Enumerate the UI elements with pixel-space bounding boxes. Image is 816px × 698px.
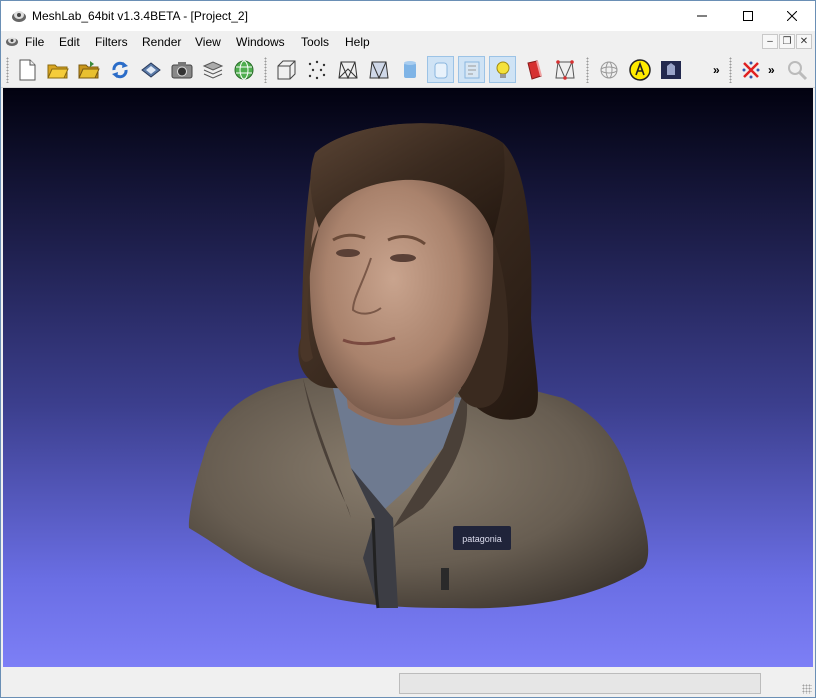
meshlab-logo-icon — [11, 8, 27, 24]
import-mesh-button[interactable] — [75, 56, 102, 83]
progress-bar — [399, 673, 761, 694]
menu-help[interactable]: Help — [345, 35, 370, 49]
close-icon — [787, 11, 797, 21]
texture-button[interactable] — [458, 56, 485, 83]
points-icon — [308, 60, 325, 79]
menu-view[interactable]: View — [195, 35, 221, 49]
light-icon — [496, 61, 509, 78]
hidden-lines-icon — [368, 61, 389, 79]
save-button[interactable] — [137, 56, 164, 83]
open-project-button[interactable] — [44, 56, 71, 83]
new-project-icon — [19, 59, 35, 80]
trackball-icon — [600, 61, 617, 78]
save-icon — [140, 61, 161, 78]
menu-bar: File Edit Filters Render View Windows To… — [1, 31, 815, 53]
smooth-shading-icon — [434, 62, 447, 78]
reload-icon — [111, 61, 128, 78]
toolbar-more-button-2[interactable]: » — [768, 63, 775, 77]
delete-mesh-icon — [742, 61, 759, 78]
minimize-icon — [697, 15, 707, 17]
main-toolbar: » » — [1, 53, 815, 88]
resize-grip[interactable] — [802, 684, 812, 694]
annotation-button[interactable] — [626, 56, 653, 83]
close-button[interactable] — [769, 1, 815, 31]
new-project-button[interactable] — [13, 56, 40, 83]
layers-button[interactable] — [199, 56, 226, 83]
trackball-button[interactable] — [595, 56, 622, 83]
reload-button[interactable] — [106, 56, 133, 83]
toolbar-grip[interactable] — [729, 57, 732, 83]
toolbar-more-button[interactable]: » — [713, 63, 720, 77]
smooth-shading-button[interactable] — [427, 56, 454, 83]
hidden-lines-button[interactable] — [365, 56, 392, 83]
snapshot-button[interactable] — [168, 56, 195, 83]
patagonia-logo: patagonia — [462, 534, 502, 544]
globe-button[interactable] — [230, 56, 257, 83]
annotation-icon — [628, 58, 651, 81]
snapshot-icon — [171, 61, 192, 78]
flat-shading-icon — [403, 60, 416, 78]
info-icon — [660, 60, 681, 79]
menu-render[interactable]: Render — [142, 35, 181, 49]
title-bar[interactable]: MeshLab_64bit v1.3.4BETA - [Project_2] — [1, 1, 815, 31]
import-mesh-icon — [77, 60, 100, 78]
globe-icon — [234, 60, 253, 79]
points-button[interactable] — [303, 56, 330, 83]
mdi-minimize-button[interactable]: – — [762, 34, 778, 49]
flat-shading-button[interactable] — [396, 56, 423, 83]
delete-mesh-button[interactable] — [737, 56, 764, 83]
toolbar-grip[interactable] — [6, 57, 9, 83]
head-bust-mesh: patagonia — [188, 123, 649, 609]
zoom-icon — [787, 60, 807, 80]
toolbar-grip[interactable] — [264, 57, 267, 83]
toolbar-grip[interactable] — [586, 57, 589, 83]
bounding-box-button[interactable] — [272, 56, 299, 83]
zoom-button[interactable] — [783, 56, 810, 83]
menu-file[interactable]: File — [25, 35, 44, 49]
menu-tools[interactable]: Tools — [301, 35, 329, 49]
layers-icon — [202, 60, 223, 79]
minimize-button[interactable] — [679, 1, 725, 31]
main-window: MeshLab_64bit v1.3.4BETA - [Project_2] F… — [0, 0, 816, 698]
maximize-icon — [743, 11, 753, 21]
selection-icon — [554, 59, 575, 80]
menu-windows[interactable]: Windows — [236, 35, 285, 49]
info-button[interactable] — [657, 56, 684, 83]
maximize-button[interactable] — [725, 1, 771, 31]
mdi-restore-button[interactable]: ❐ — [779, 34, 795, 49]
wireframe-button[interactable] — [334, 56, 361, 83]
color-icon — [526, 59, 542, 80]
open-project-icon — [46, 64, 69, 78]
color-button[interactable] — [520, 56, 547, 83]
mdi-minimize-icon: – — [767, 36, 773, 47]
window-title: MeshLab_64bit v1.3.4BETA - [Project_2] — [32, 9, 248, 23]
document-system-menu-icon[interactable] — [5, 34, 19, 48]
mdi-restore-icon: ❐ — [782, 36, 792, 47]
status-bar — [1, 668, 815, 697]
mdi-close-icon: ✕ — [799, 36, 809, 47]
wireframe-icon — [337, 61, 358, 79]
light-button[interactable] — [489, 56, 516, 83]
mdi-close-button[interactable]: ✕ — [796, 34, 812, 49]
menu-filters[interactable]: Filters — [95, 35, 128, 49]
3d-viewport[interactable]: patagonia — [3, 88, 813, 667]
texture-icon — [464, 61, 479, 78]
selection-button[interactable] — [551, 56, 578, 83]
bounding-box-icon — [277, 60, 295, 79]
menu-edit[interactable]: Edit — [59, 35, 80, 49]
